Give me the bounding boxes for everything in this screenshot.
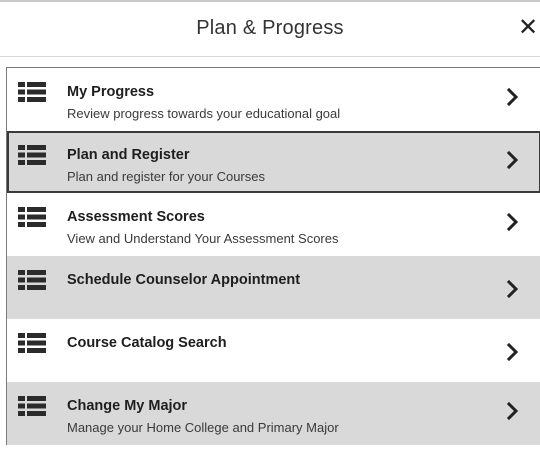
- chevron-right-icon: [506, 212, 519, 232]
- menu-item-subtitle: Manage your Home College and Primary Maj…: [67, 420, 339, 435]
- close-icon: ✕: [517, 14, 539, 41]
- list-icon: [18, 270, 46, 290]
- menu-list: My Progress Review progress towards your…: [6, 67, 540, 445]
- menu-item-plan-and-register[interactable]: Plan and Register Plan and register for …: [7, 131, 540, 193]
- chevron-right-icon: [506, 87, 519, 107]
- menu-item-subtitle: Plan and register for your Courses: [67, 169, 265, 184]
- chevron-right-icon: [506, 401, 519, 421]
- list-icon: [18, 396, 46, 416]
- list-icon: [18, 207, 46, 227]
- menu-item-subtitle: Review progress towards your educational…: [67, 106, 341, 121]
- list-icon: [18, 82, 46, 102]
- menu-item-title: Course Catalog Search: [67, 335, 227, 351]
- menu-item-subtitle: View and Understand Your Assessment Scor…: [67, 231, 339, 246]
- menu-item-title: Assessment Scores: [67, 209, 205, 225]
- menu-item-course-catalog-search[interactable]: Course Catalog Search: [7, 319, 540, 382]
- chevron-right-icon: [506, 279, 519, 299]
- chevron-right-icon: [506, 342, 519, 362]
- menu-item-title: Plan and Register: [67, 147, 190, 163]
- list-icon: [18, 333, 46, 353]
- menu-item-title: Schedule Counselor Appointment: [67, 272, 301, 288]
- menu-item-title: My Progress: [67, 84, 155, 100]
- menu-item-schedule-counselor[interactable]: Schedule Counselor Appointment: [7, 256, 540, 319]
- menu-item-title: Change My Major: [67, 398, 188, 414]
- list-icon: [18, 145, 46, 165]
- page-title: Plan & Progress: [196, 17, 344, 39]
- chevron-right-icon: [506, 150, 519, 170]
- menu-item-my-progress[interactable]: My Progress Review progress towards your…: [7, 68, 540, 131]
- panel-header: Plan & Progress ✕: [0, 2, 540, 57]
- close-button[interactable]: ✕: [516, 13, 540, 43]
- menu-item-assessment-scores[interactable]: Assessment Scores View and Understand Yo…: [7, 193, 540, 256]
- menu-item-change-my-major[interactable]: Change My Major Manage your Home College…: [7, 382, 540, 445]
